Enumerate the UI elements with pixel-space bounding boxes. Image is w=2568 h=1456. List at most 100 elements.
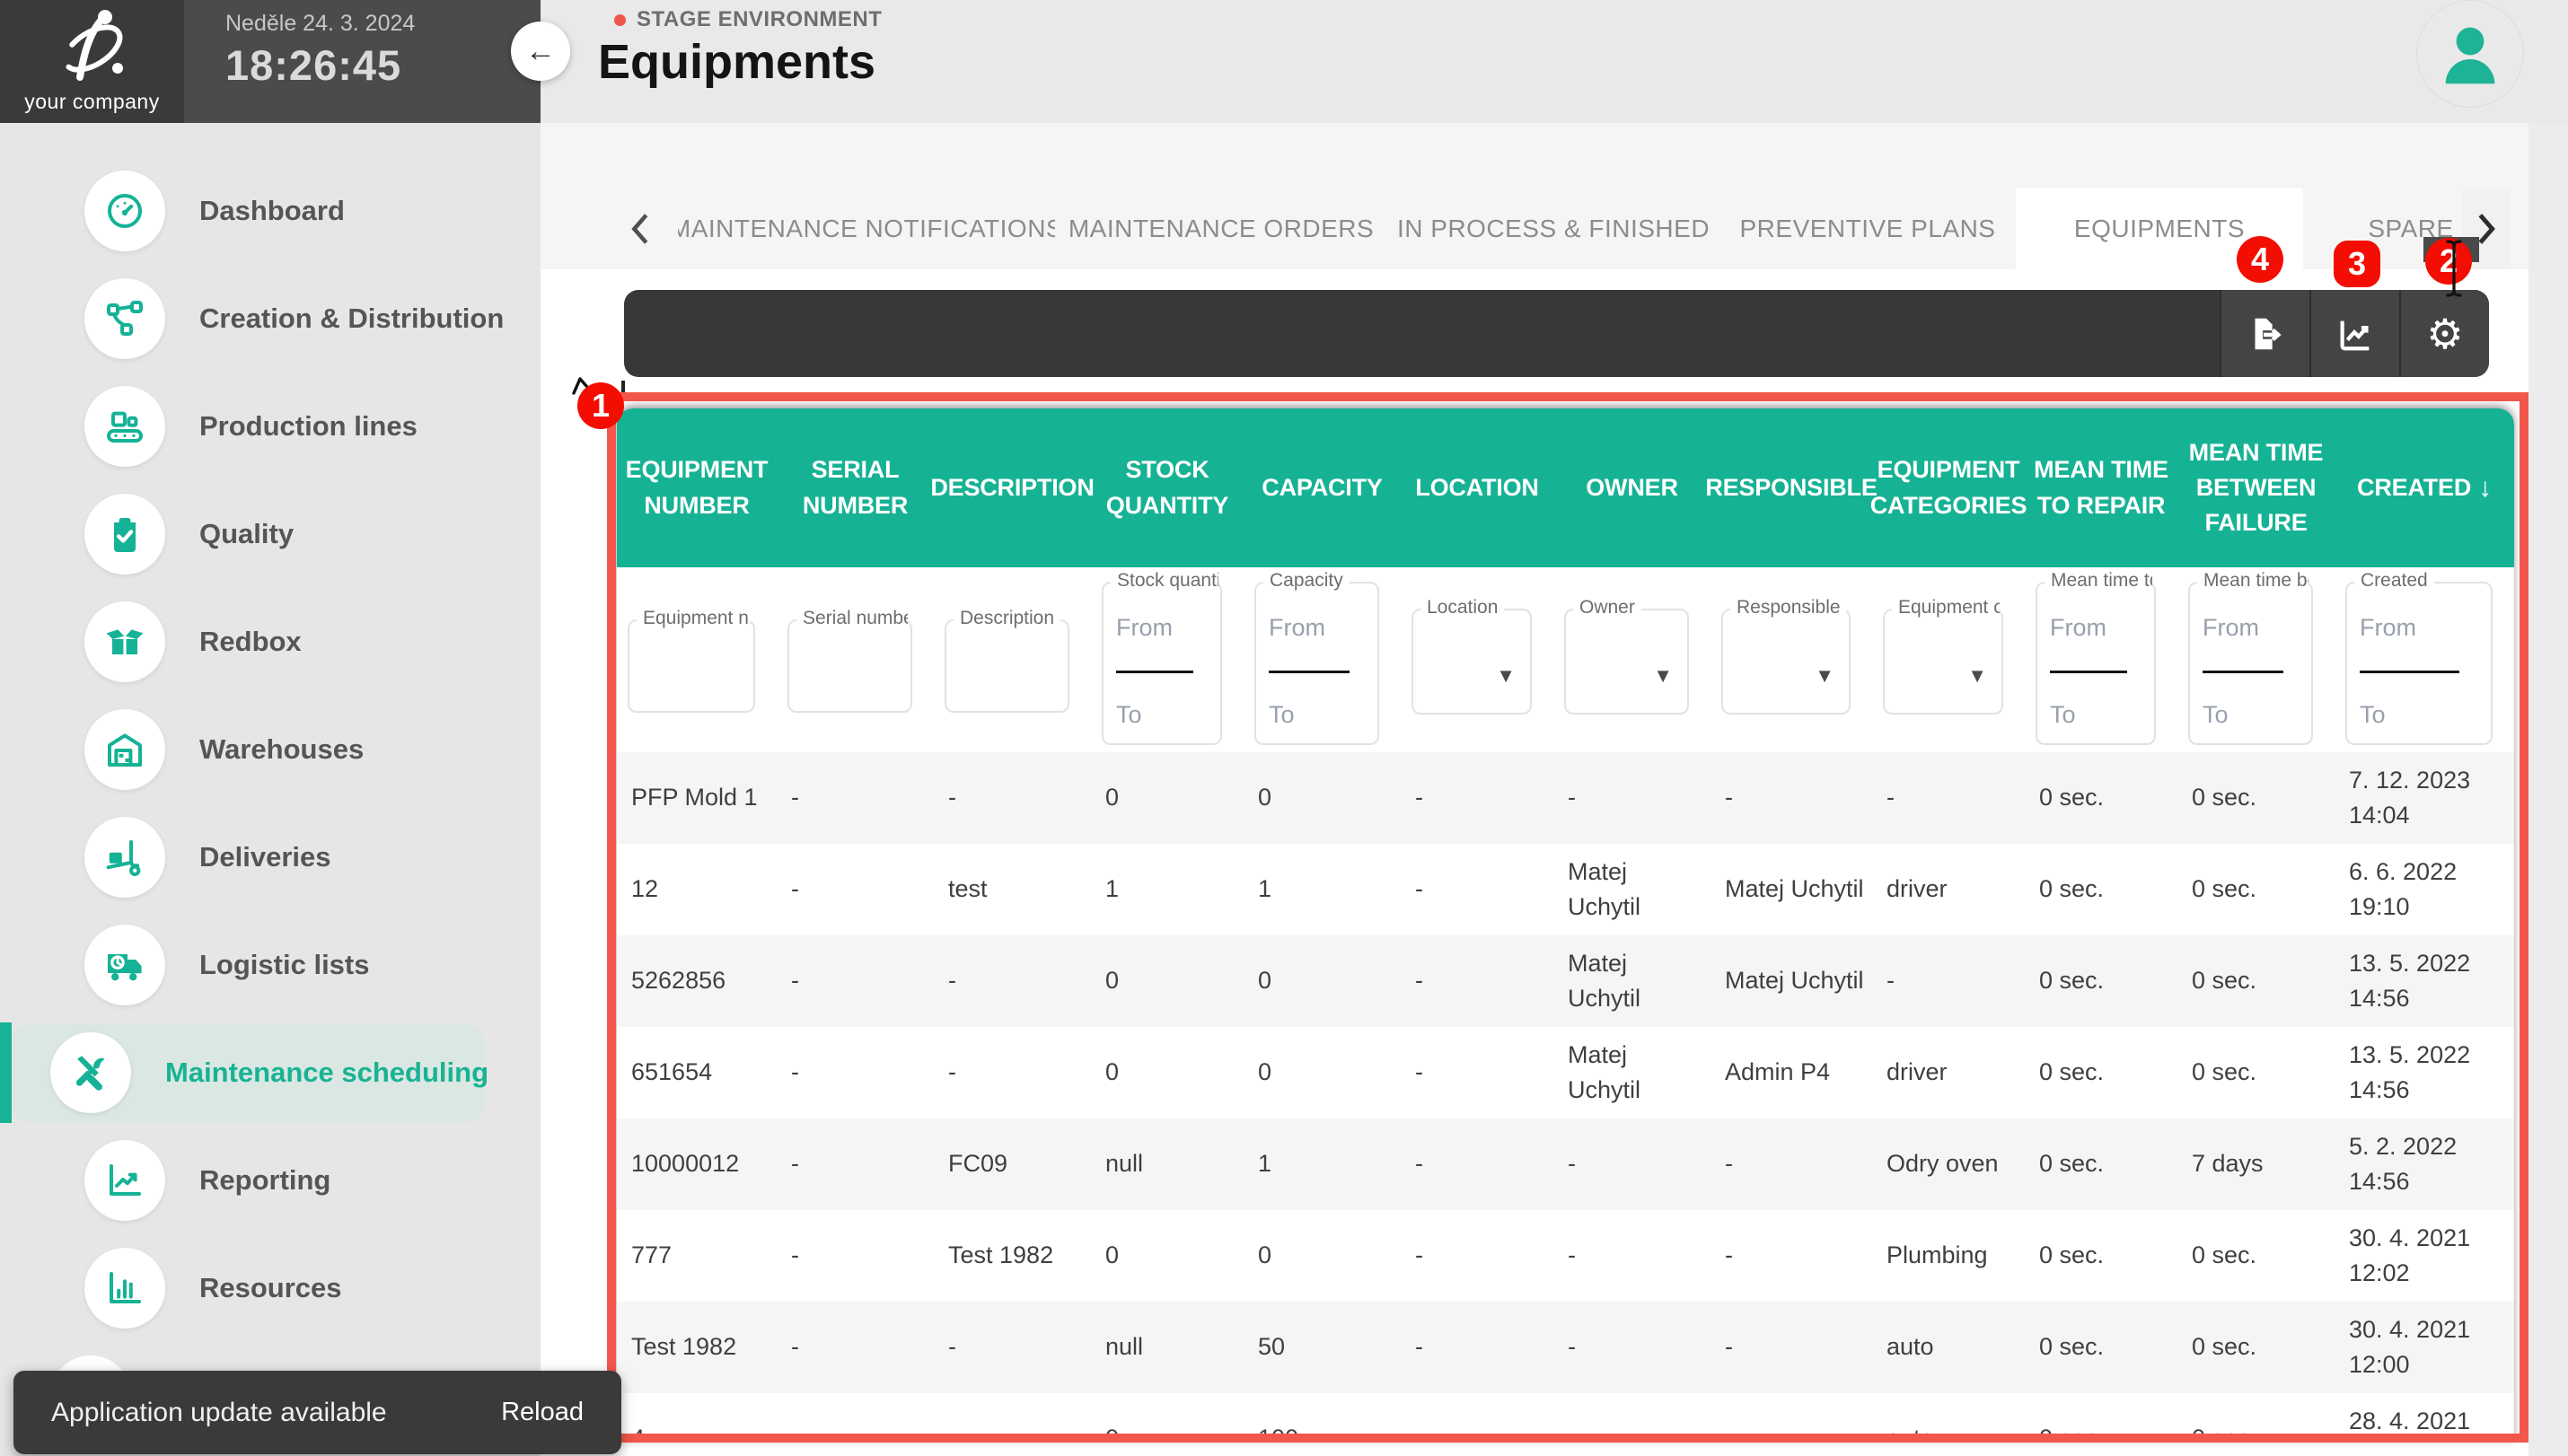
column-header-mean-time-to-repair[interactable]: MEAN TIME TO REPAIR bbox=[2025, 408, 2177, 567]
table-cell: 651654 bbox=[617, 1027, 777, 1118]
table-cell: 0 bbox=[1091, 1393, 1244, 1443]
sidebar-item-maintenance-scheduling[interactable]: Maintenance scheduling bbox=[0, 1019, 541, 1127]
active-item-bar bbox=[0, 1022, 12, 1123]
table-row[interactable]: 777-Test 198200---Plumbing0 sec.0 sec.30… bbox=[617, 1210, 2514, 1302]
from-placeholder[interactable]: From bbox=[2360, 614, 2478, 642]
table-cell: 0 sec. bbox=[2025, 1118, 2177, 1210]
filter-cell-equipment-n: Equipment n... bbox=[617, 567, 777, 752]
settings-button[interactable]: ⚙ bbox=[2399, 290, 2489, 377]
table-cell: - bbox=[1872, 752, 2025, 844]
current-date: Neděle 24. 3. 2024 bbox=[225, 11, 541, 37]
filter-stock-quantity-input[interactable]: Stock quantityFrom To bbox=[1102, 582, 1222, 745]
column-header-serial-number[interactable]: SERIAL NUMBER bbox=[777, 408, 934, 567]
filter-equipment-n-input[interactable]: Equipment n... bbox=[628, 619, 755, 713]
sidebar-item-reporting[interactable]: Reporting bbox=[0, 1127, 541, 1234]
range-divider bbox=[2360, 671, 2459, 673]
sidebar-item-resources[interactable]: Resources bbox=[0, 1234, 541, 1342]
table-row[interactable]: 12-test11-Matej UchytilMatej Uchytildriv… bbox=[617, 844, 2514, 935]
to-placeholder[interactable]: To bbox=[2360, 701, 2478, 729]
sidebar-item-deliveries[interactable]: Deliveries bbox=[0, 803, 541, 911]
table-row[interactable]: 4--0100---auto0 sec.0 sec.28. 4. 2021 08… bbox=[617, 1393, 2514, 1443]
table-cell: - bbox=[777, 1210, 934, 1302]
filter-cell-mean-time-to: Mean time to ...From To bbox=[2025, 567, 2177, 752]
filter-location-dropdown[interactable]: Location▼ bbox=[1412, 609, 1532, 715]
table-cell: Matej Uchytil bbox=[1553, 844, 1711, 935]
chart-view-button[interactable] bbox=[2309, 290, 2399, 377]
filter-description-input[interactable]: Description bbox=[945, 619, 1069, 713]
filter-created-input[interactable]: CreatedFrom To bbox=[2345, 582, 2493, 745]
sidebar-item-redbox[interactable]: Redbox bbox=[0, 588, 541, 696]
filter-label: Owner bbox=[1573, 597, 1641, 618]
company-name: your company bbox=[24, 90, 159, 114]
filter-cell-serial-number: Serial number bbox=[777, 567, 934, 752]
table-cell: 0 bbox=[1244, 1027, 1401, 1118]
tab-maintenance-orders[interactable]: MAINTENANCE ORDERS bbox=[1055, 189, 1387, 269]
column-header-capacity[interactable]: CAPACITY bbox=[1244, 408, 1401, 567]
column-header-location[interactable]: LOCATION bbox=[1401, 408, 1553, 567]
table-cell: - bbox=[1711, 1393, 1872, 1443]
from-placeholder[interactable]: From bbox=[2050, 614, 2141, 642]
sidebar-icon-circle bbox=[84, 386, 165, 467]
table-row[interactable]: PFP Mold 1--00----0 sec.0 sec.7. 12. 202… bbox=[617, 752, 2514, 844]
filter-responsible-dropdown[interactable]: Responsible▼ bbox=[1721, 609, 1851, 715]
column-header-equipment-number[interactable]: EQUIPMENT NUMBER bbox=[617, 408, 777, 567]
filter-capacity-input[interactable]: CapacityFrom To bbox=[1254, 582, 1379, 745]
table-cell: - bbox=[934, 1393, 1091, 1443]
sidebar-icon-circle bbox=[84, 925, 165, 1005]
filter-mean-time-be-input[interactable]: Mean time be...From To bbox=[2188, 582, 2313, 745]
sidebar-item-quality[interactable]: Quality bbox=[0, 480, 541, 588]
user-avatar[interactable] bbox=[2416, 0, 2524, 108]
filter-label: Description bbox=[954, 608, 1060, 629]
column-header-owner[interactable]: OWNER bbox=[1553, 408, 1711, 567]
sidebar-item-creation-distribution[interactable]: Creation & Distribution bbox=[0, 265, 541, 373]
table-cell: 0 sec. bbox=[2177, 1302, 2335, 1393]
filter-cell-responsible: Responsible▼ bbox=[1711, 567, 1872, 752]
filter-serial-number-input[interactable]: Serial number bbox=[787, 619, 912, 713]
sidebar-item-label: Maintenance scheduling bbox=[165, 1057, 488, 1089]
table-cell: - bbox=[1553, 1302, 1711, 1393]
sidebar-item-logistic-lists[interactable]: Logistic lists bbox=[0, 911, 541, 1019]
table-row[interactable]: Test 1982--null50---auto0 sec.0 sec.30. … bbox=[617, 1302, 2514, 1393]
filter-mean-time-to-input[interactable]: Mean time to ...From To bbox=[2036, 582, 2156, 745]
tabs-scroll-left-button[interactable] bbox=[616, 189, 664, 269]
equipments-table: EQUIPMENT NUMBERSERIAL NUMBERDESCRIPTION… bbox=[617, 408, 2514, 1443]
table-cell: 0 bbox=[1091, 935, 1244, 1027]
to-placeholder[interactable]: To bbox=[2050, 701, 2141, 729]
filter-cell-capacity: CapacityFrom To bbox=[1244, 567, 1401, 752]
column-header-stock-quantity[interactable]: STOCK QUANTITY bbox=[1091, 408, 1244, 567]
to-placeholder[interactable]: To bbox=[2203, 701, 2299, 729]
filter-owner-dropdown[interactable]: Owner▼ bbox=[1564, 609, 1689, 715]
sidebar-icon-circle bbox=[84, 1248, 165, 1329]
table-cell: 0 sec. bbox=[2025, 752, 2177, 844]
tab-in-process-finished[interactable]: IN PROCESS & FINISHED bbox=[1387, 189, 1719, 269]
tab-maintenance-notifications[interactable]: MAINTENANCE NOTIFICATIONS bbox=[678, 189, 1055, 269]
table-row[interactable]: 5262856--00-Matej UchytilMatej Uchytil-0… bbox=[617, 935, 2514, 1027]
column-header-created[interactable]: CREATED↓ bbox=[2335, 408, 2514, 567]
table-row[interactable]: 651654--00-Matej UchytilAdmin P4driver0 … bbox=[617, 1027, 2514, 1118]
reload-button[interactable]: Reload bbox=[501, 1398, 584, 1427]
filter-cell-created: CreatedFrom To bbox=[2335, 567, 2514, 752]
cursor-artifact-mark bbox=[571, 375, 591, 397]
dashboard-icon bbox=[103, 189, 146, 232]
column-header-mean-time-between-failure[interactable]: MEAN TIME BETWEEN FAILURE bbox=[2177, 408, 2335, 567]
from-placeholder[interactable]: From bbox=[2203, 614, 2299, 642]
table-row[interactable]: 10000012-FC09null1---Odry oven0 sec.7 da… bbox=[617, 1118, 2514, 1210]
from-placeholder[interactable]: From bbox=[1269, 614, 1365, 642]
to-placeholder[interactable]: To bbox=[1116, 701, 1208, 729]
sidebar-item-dashboard[interactable]: Dashboard bbox=[0, 157, 541, 265]
sidebar-item-label: Creation & Distribution bbox=[199, 303, 504, 335]
column-header-equipment-categories[interactable]: EQUIPMENT CATEGORIES bbox=[1872, 408, 2025, 567]
filter-equipment-ca-dropdown[interactable]: Equipment ca...▼ bbox=[1883, 609, 2003, 715]
column-header-description[interactable]: DESCRIPTION bbox=[934, 408, 1091, 567]
company-logo: your company bbox=[0, 0, 184, 123]
export-button[interactable] bbox=[2220, 290, 2309, 377]
text-cursor-icon bbox=[2444, 239, 2464, 298]
from-placeholder[interactable]: From bbox=[1116, 614, 1208, 642]
to-placeholder[interactable]: To bbox=[1269, 701, 1365, 729]
tab-preventive-plans[interactable]: PREVENTIVE PLANS bbox=[1719, 189, 2016, 269]
column-header-responsible[interactable]: RESPONSIBLE bbox=[1711, 408, 1872, 567]
table-cell: 0 sec. bbox=[2025, 1210, 2177, 1302]
sidebar-item-production-lines[interactable]: Production lines bbox=[0, 373, 541, 480]
sidebar-item-warehouses[interactable]: Warehouses bbox=[0, 696, 541, 803]
back-button[interactable]: ← bbox=[511, 22, 570, 81]
